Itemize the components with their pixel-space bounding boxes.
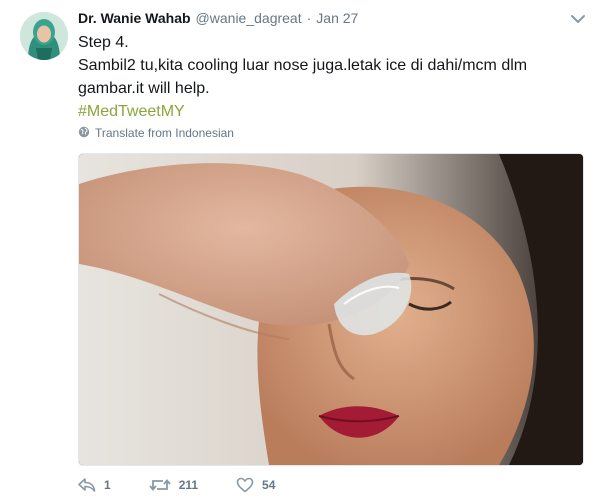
tweet-card: Dr. Wanie Wahab @wanie_dagreat · Jan 27 … (0, 0, 604, 499)
retweet-button[interactable]: 211 (149, 477, 198, 493)
tweet-photo[interactable] (78, 153, 584, 466)
tweet-date[interactable]: Jan 27 (316, 10, 358, 26)
translate-link[interactable]: Translate from Indonesian (78, 125, 234, 141)
tweet-text: Step 4. Sambil2 tu,kita cooling luar nos… (78, 31, 588, 123)
globe-icon (78, 126, 95, 141)
retweet-count: 211 (178, 478, 199, 492)
reply-count: 1 (104, 478, 111, 492)
chevron-down-icon[interactable] (569, 10, 587, 28)
tweet-header: Dr. Wanie Wahab @wanie_dagreat · Jan 27 (78, 10, 358, 30)
header-separator: · (306, 10, 312, 26)
tweet-line-step: Step 4. (78, 34, 129, 51)
avatar[interactable] (20, 12, 68, 60)
author-name[interactable]: Dr. Wanie Wahab (78, 10, 191, 26)
reply-button[interactable]: 1 (78, 477, 111, 493)
like-count: 54 (262, 478, 276, 492)
translate-label: Translate from Indonesian (95, 126, 234, 140)
hashtag-link[interactable]: #MedTweetMY (78, 103, 185, 120)
retweet-icon (149, 477, 171, 493)
author-handle[interactable]: @wanie_dagreat (196, 10, 302, 26)
like-button[interactable]: 54 (236, 477, 275, 493)
reply-icon (78, 477, 96, 493)
tweet-actions: 1 211 54 (78, 475, 313, 495)
heart-icon (236, 477, 254, 493)
tweet-line-body: Sambil2 tu,kita cooling luar nose juga.l… (78, 57, 528, 97)
